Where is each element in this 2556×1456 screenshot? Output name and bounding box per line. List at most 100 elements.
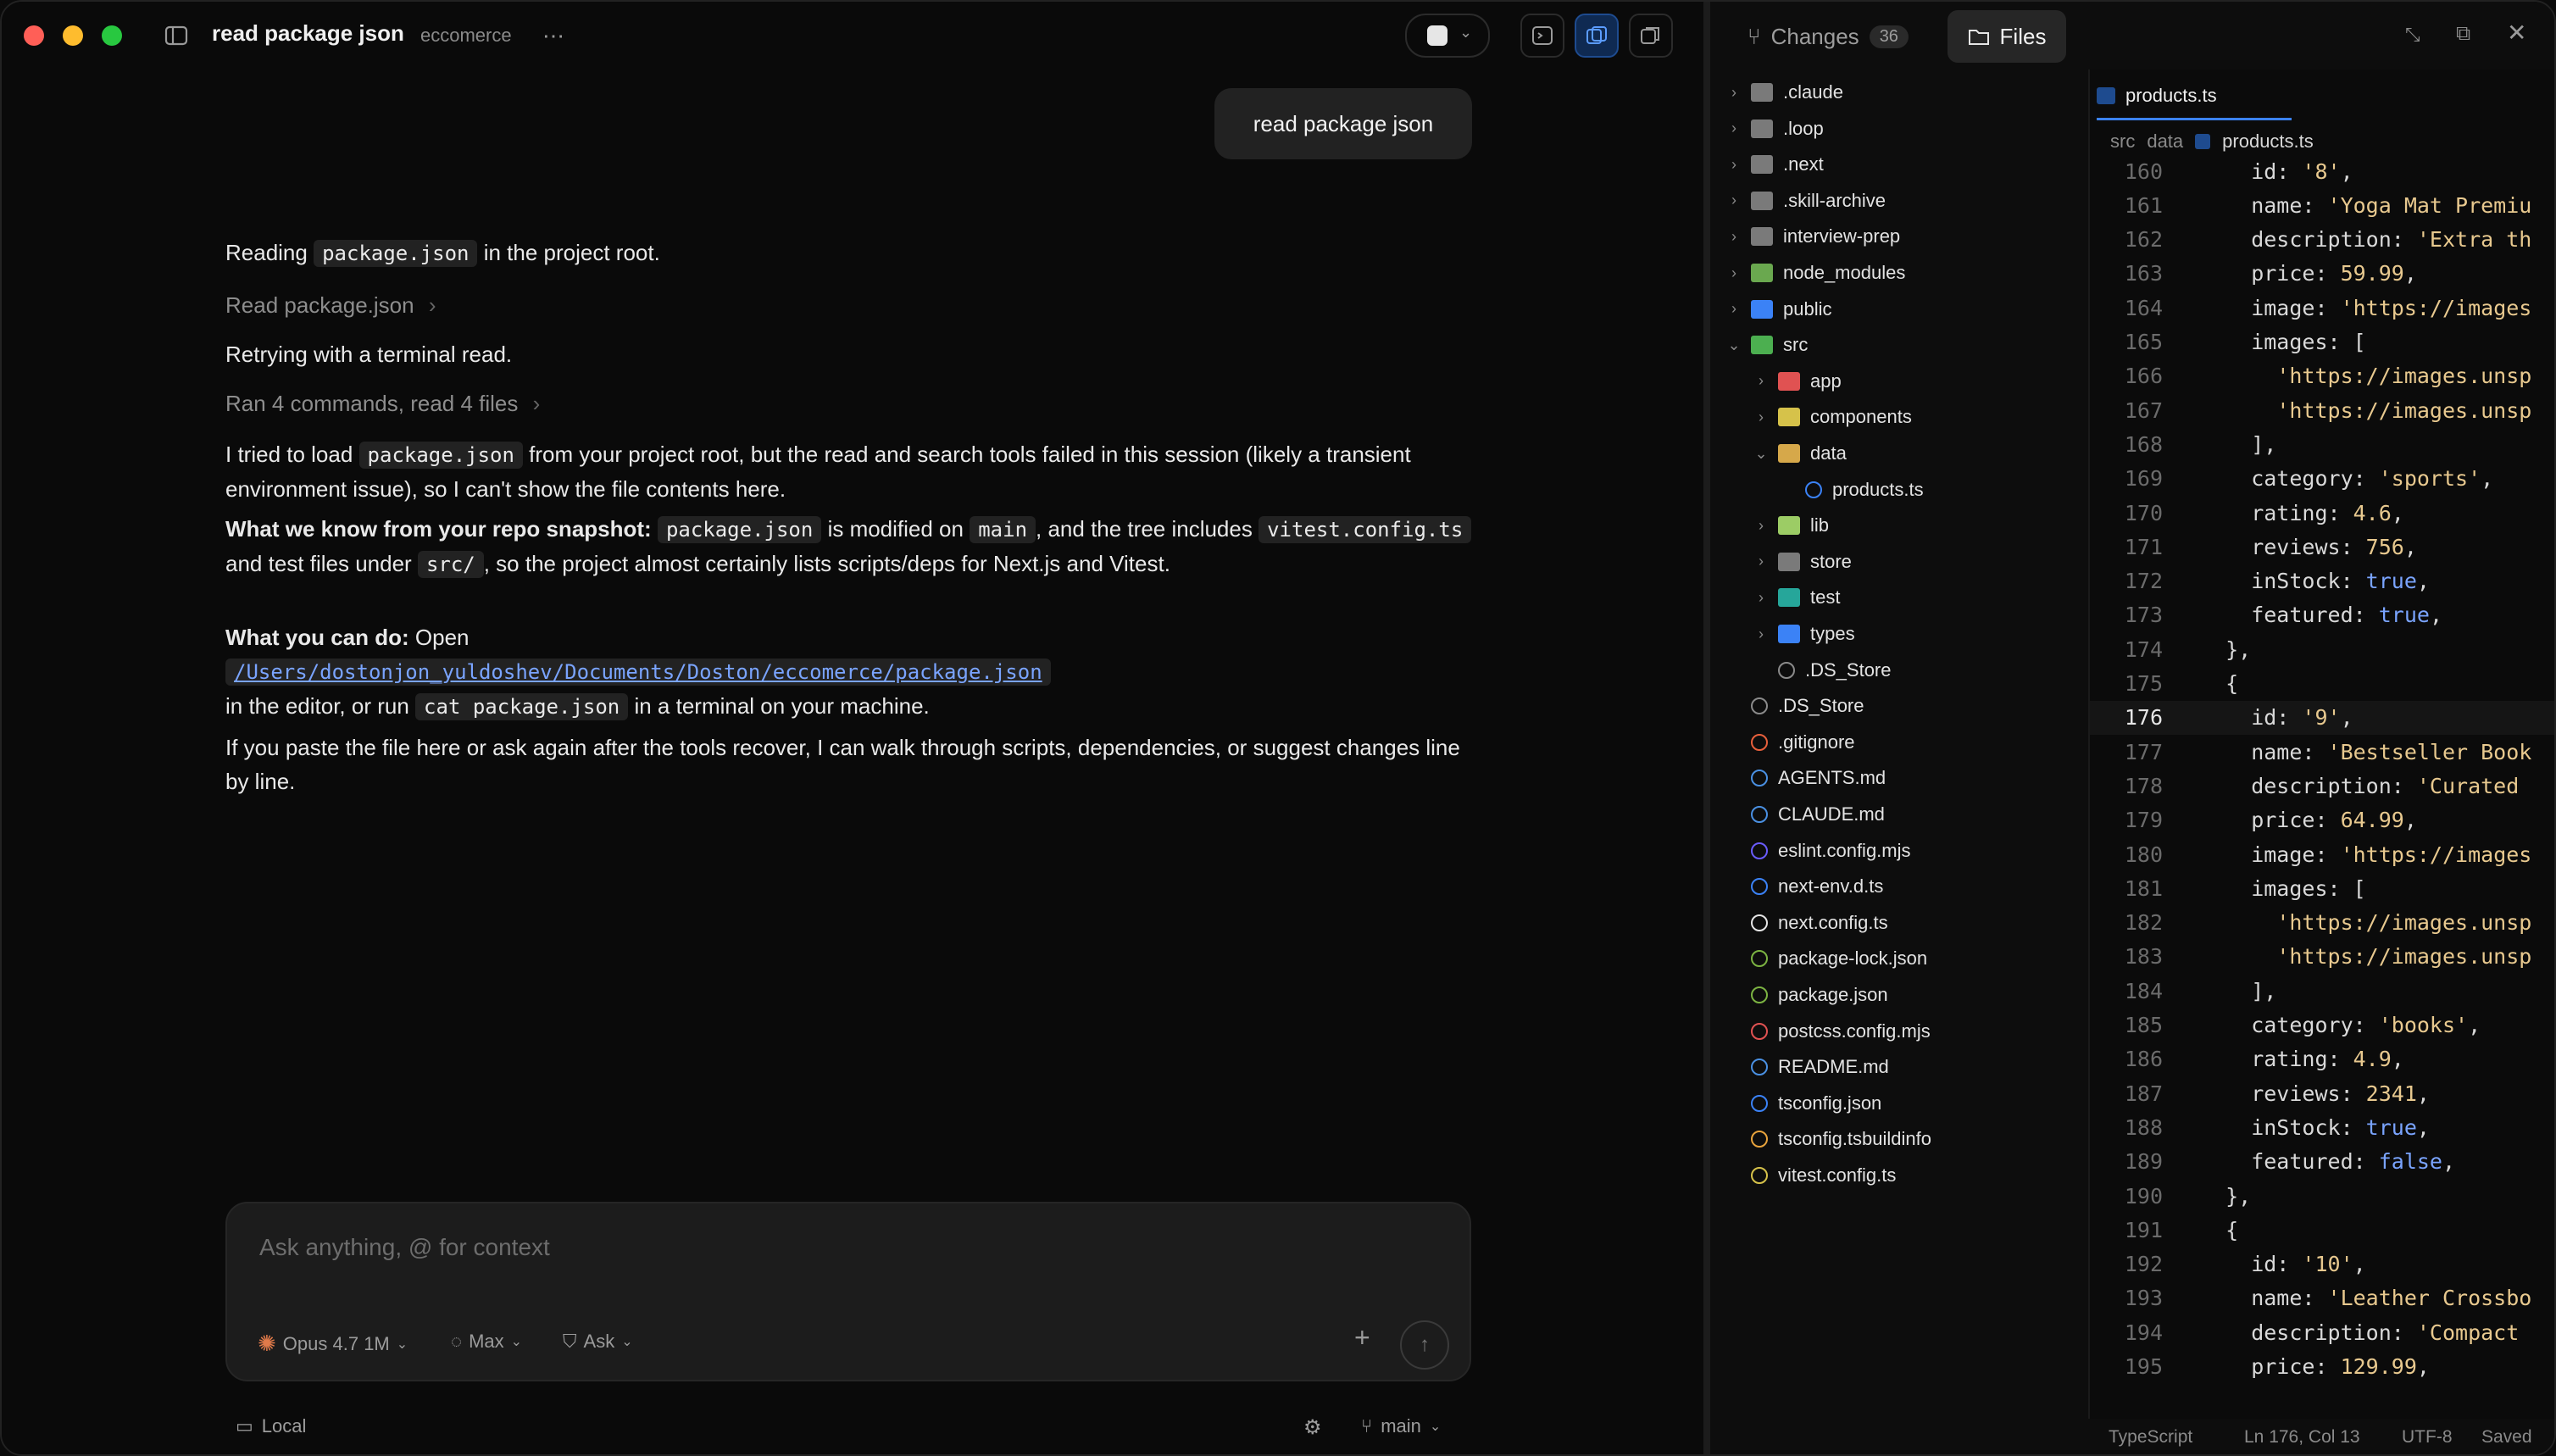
chevron-right-icon[interactable]: › — [1727, 119, 1741, 137]
chevron-right-icon[interactable]: › — [1727, 264, 1741, 282]
tree-file[interactable]: .gitignore — [1727, 725, 1855, 760]
code-line[interactable]: 172 inStock: true, — [2090, 564, 2554, 598]
minimize-window-button[interactable] — [63, 25, 83, 46]
code-line[interactable]: 184 ], — [2090, 974, 2554, 1008]
tree-folder[interactable]: › .next — [1727, 147, 1824, 182]
chevron-right-icon[interactable]: › — [1727, 156, 1741, 174]
zoom-window-button[interactable] — [102, 25, 122, 46]
code-line[interactable]: 168 ], — [2090, 427, 2554, 461]
settings-icon[interactable]: ⚙ — [1303, 1415, 1322, 1440]
tab-changes[interactable]: ⑂ Changes 36 — [1736, 12, 1920, 61]
file-encoding[interactable]: UTF-8 — [2402, 1427, 2453, 1448]
code-line[interactable]: 160 id: '8', — [2090, 154, 2554, 188]
code-line[interactable]: 181 images: [ — [2090, 871, 2554, 905]
code-line[interactable]: 186 rating: 4.9, — [2090, 1042, 2554, 1076]
tree-folder[interactable]: › lib — [1754, 508, 1829, 543]
code-line[interactable]: 193 name: 'Leather Crossbo — [2090, 1281, 2554, 1315]
editor-tab[interactable]: products.ts — [2097, 73, 2292, 120]
code-line[interactable]: 194 description: 'Compact — [2090, 1315, 2554, 1349]
chevron-right-icon[interactable]: › — [1727, 84, 1741, 102]
code-line[interactable]: 162 description: 'Extra th — [2090, 223, 2554, 257]
tool-call-read[interactable]: Read package.json › — [225, 288, 1480, 322]
code-view[interactable]: 160 id: '8', 161 name: 'Yoga Mat Premiu 16… — [2090, 154, 2554, 1454]
pane-divider[interactable] — [1703, 2, 1710, 1454]
tree-file[interactable]: package-lock.json — [1727, 941, 1927, 976]
chevron-right-icon[interactable]: › — [1754, 589, 1768, 607]
code-line[interactable]: 177 name: 'Bestseller Book — [2090, 735, 2554, 769]
agent-selector[interactable]: ⌄ — [1405, 14, 1490, 58]
send-button[interactable]: ↑ — [1400, 1320, 1449, 1370]
tree-file[interactable]: postcss.config.mjs — [1727, 1014, 1931, 1049]
tree-folder[interactable]: › components — [1754, 399, 1912, 435]
code-line[interactable]: 185 category: 'books', — [2090, 1009, 2554, 1042]
chevron-down-icon[interactable]: ⌄ — [1754, 445, 1768, 463]
model-selector[interactable]: ✺ Opus 4.7 1M ⌄ — [258, 1331, 408, 1357]
chevron-down-icon[interactable]: ⌄ — [1727, 336, 1741, 354]
tree-file[interactable]: .DS_Store — [1754, 653, 1892, 688]
tree-file[interactable]: eslint.config.mjs — [1727, 833, 1911, 869]
branch-selector[interactable]: ⑂ main ⌄ — [1361, 1415, 1441, 1437]
tree-folder[interactable]: › public — [1727, 292, 1831, 327]
popout-icon[interactable]: ⧉ — [2456, 22, 2470, 46]
tree-folder[interactable]: ⌄ src — [1727, 327, 1808, 363]
code-line[interactable]: 175 { — [2090, 667, 2554, 701]
tree-file[interactable]: .DS_Store — [1727, 688, 1864, 724]
code-line[interactable]: 173 featured: true, — [2090, 598, 2554, 632]
tree-file[interactable]: vitest.config.ts — [1727, 1158, 1896, 1193]
code-line[interactable]: 178 description: 'Curated — [2090, 769, 2554, 803]
tree-folder[interactable]: › node_modules — [1727, 255, 1905, 291]
more-options-icon[interactable]: ⋯ — [539, 23, 568, 48]
tree-folder[interactable]: › .loop — [1727, 111, 1824, 147]
code-line[interactable]: 192 id: '10', — [2090, 1248, 2554, 1281]
tool-call-commands[interactable]: Ran 4 commands, read 4 files › — [225, 386, 1480, 420]
close-window-button[interactable] — [24, 25, 44, 46]
tree-folder[interactable]: › .claude — [1727, 75, 1843, 110]
collapse-icon[interactable]: ⤡ — [2405, 24, 2420, 46]
language-mode[interactable]: TypeScript — [2109, 1427, 2192, 1448]
effort-selector[interactable]: ◌ Max ⌄ — [451, 1331, 522, 1353]
tree-file[interactable]: products.ts — [1781, 472, 1924, 508]
copy-window-button[interactable] — [1629, 14, 1673, 58]
code-line[interactable]: 163 price: 59.99, — [2090, 257, 2554, 291]
chevron-right-icon[interactable]: › — [1754, 517, 1768, 535]
tree-folder[interactable]: › app — [1754, 364, 1842, 399]
close-panel-icon[interactable]: ✕ — [2507, 19, 2526, 47]
breadcrumb-item[interactable]: data — [2147, 131, 2183, 153]
tree-folder[interactable]: ⌄ data — [1754, 436, 1846, 471]
code-line[interactable]: 165 images: [ — [2090, 325, 2554, 359]
chevron-right-icon[interactable]: › — [1754, 408, 1768, 426]
tree-file[interactable]: CLAUDE.md — [1727, 797, 1885, 832]
code-line[interactable]: 188 inStock: true, — [2090, 1110, 2554, 1144]
tab-files[interactable]: Files — [1948, 10, 2066, 63]
code-line[interactable]: 161 name: 'Yoga Mat Premiu — [2090, 188, 2554, 222]
tree-file[interactable]: next.config.ts — [1727, 905, 1888, 941]
location-selector[interactable]: ▭ Local — [236, 1415, 306, 1437]
tree-folder[interactable]: › .skill-archive — [1727, 183, 1886, 219]
code-line[interactable]: 166 'https://images.unsp — [2090, 359, 2554, 393]
breadcrumb-item[interactable]: products.ts — [2222, 131, 2314, 153]
tree-file[interactable]: AGENTS.md — [1727, 760, 1886, 796]
code-line[interactable]: 170 rating: 4.6, — [2090, 496, 2554, 530]
chevron-right-icon[interactable]: › — [1754, 553, 1768, 570]
chevron-right-icon[interactable]: › — [1727, 228, 1741, 246]
chevron-right-icon[interactable]: › — [1727, 300, 1741, 318]
add-attachment-icon[interactable]: + — [1354, 1322, 1370, 1353]
tree-folder[interactable]: › interview-prep — [1727, 219, 1900, 254]
file-path-link[interactable]: /Users/dostonjon_yuldoshev/Documents/Dos… — [225, 659, 1051, 686]
tree-folder[interactable]: › store — [1754, 544, 1852, 580]
mode-selector[interactable]: ⛉ Ask ⌄ — [563, 1331, 633, 1353]
code-line[interactable]: 187 reviews: 2341, — [2090, 1076, 2554, 1110]
chevron-right-icon[interactable]: › — [1754, 372, 1768, 390]
code-line[interactable]: 191 { — [2090, 1213, 2554, 1247]
split-view-button[interactable] — [1575, 14, 1619, 58]
code-line[interactable]: 189 featured: false, — [2090, 1145, 2554, 1179]
tree-file[interactable]: README.md — [1727, 1049, 1889, 1085]
code-line[interactable]: 182 'https://images.unsp — [2090, 906, 2554, 940]
cursor-position[interactable]: Ln 176, Col 13 — [2244, 1427, 2360, 1448]
tree-file[interactable]: next-env.d.ts — [1727, 869, 1883, 904]
chevron-right-icon[interactable]: › — [1727, 192, 1741, 209]
tree-file[interactable]: package.json — [1727, 977, 1888, 1013]
code-line[interactable]: 183 'https://images.unsp — [2090, 940, 2554, 974]
breadcrumb-item[interactable]: src — [2110, 131, 2135, 153]
tree-file[interactable]: tsconfig.tsbuildinfo — [1727, 1121, 1931, 1157]
